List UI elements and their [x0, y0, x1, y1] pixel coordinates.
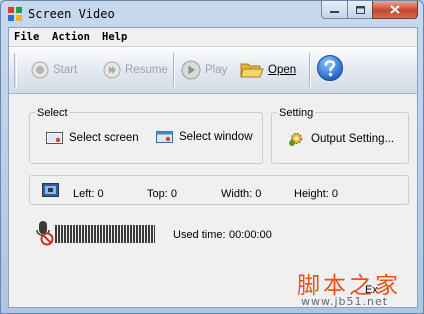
gear-icon [289, 132, 303, 146]
left-value: 0 [97, 188, 104, 200]
top-field: Top: 0 [147, 188, 177, 200]
top-value: 0 [170, 188, 177, 200]
output-setting-button[interactable]: Output Setting... [288, 130, 394, 147]
left-label: Left: [73, 188, 95, 200]
output-setting-label: Output Setting... [311, 132, 395, 145]
play-icon [181, 60, 201, 80]
menu-action[interactable]: Action [52, 31, 90, 43]
title-bar[interactable]: Screen Video [1, 1, 423, 27]
select-group-title: Select [35, 107, 70, 119]
setting-group-title: Setting [277, 107, 316, 119]
toolbar-grip[interactable] [14, 53, 17, 87]
close-button[interactable] [372, 1, 418, 19]
setting-group: Setting Output Setting... [271, 107, 409, 164]
app-icon [8, 7, 22, 21]
used-time-label: Used time: [173, 229, 226, 241]
minimize-button[interactable] [321, 1, 348, 19]
select-screen-label: Select screen [69, 132, 139, 144]
microphone-muted-icon[interactable] [35, 220, 55, 246]
record-icon [31, 61, 49, 79]
open-label: Open [268, 64, 297, 76]
folder-open-icon [240, 63, 264, 78]
close-icon [390, 5, 400, 14]
play-label: Play [205, 64, 228, 76]
toolbar: Start Resume Play Open [9, 46, 417, 94]
menu-help[interactable]: Help [102, 31, 127, 43]
height-value: 0 [331, 188, 339, 200]
app-window: Screen Video File Action Help Start Resu… [0, 0, 424, 314]
open-button[interactable]: Open [240, 57, 296, 83]
width-label: Width: [221, 188, 253, 200]
minimize-icon [330, 10, 339, 13]
select-screen-button[interactable]: Select screen [46, 131, 139, 145]
maximize-button[interactable] [347, 1, 373, 19]
used-time-value: 00:00:00 [229, 229, 272, 241]
help-button[interactable] [316, 55, 344, 81]
menu-bar: File Action Help [9, 28, 417, 46]
maximize-icon [355, 5, 365, 14]
toolbar-separator [173, 53, 175, 87]
width-field: Width: 0 [221, 188, 261, 200]
screen-icon [46, 132, 63, 144]
left-field: Left: 0 [73, 188, 104, 200]
select-window-label: Select window [179, 131, 253, 143]
select-group: Select Select screen Select window [29, 107, 263, 164]
height-label: Height: [294, 188, 329, 200]
help-icon [317, 55, 343, 81]
resume-label: Resume [125, 64, 168, 76]
resume-icon [103, 61, 121, 79]
width-value: 0 [255, 188, 262, 200]
top-label: Top: [147, 188, 168, 200]
select-window-button[interactable]: Select window [156, 130, 253, 144]
start-button[interactable]: Start [31, 57, 77, 83]
window-icon [156, 131, 173, 143]
resume-button[interactable]: Resume [103, 57, 168, 83]
play-button[interactable]: Play [181, 57, 227, 83]
watermark-url: www.jb51.net [301, 295, 389, 308]
menu-file[interactable]: File [14, 31, 39, 43]
height-field: Height: 0 [294, 188, 338, 200]
region-icon [42, 183, 59, 197]
audio-level-meter [55, 225, 155, 243]
window-title: Screen Video [28, 7, 115, 21]
toolbar-separator [309, 53, 311, 87]
start-label: Start [53, 64, 78, 76]
